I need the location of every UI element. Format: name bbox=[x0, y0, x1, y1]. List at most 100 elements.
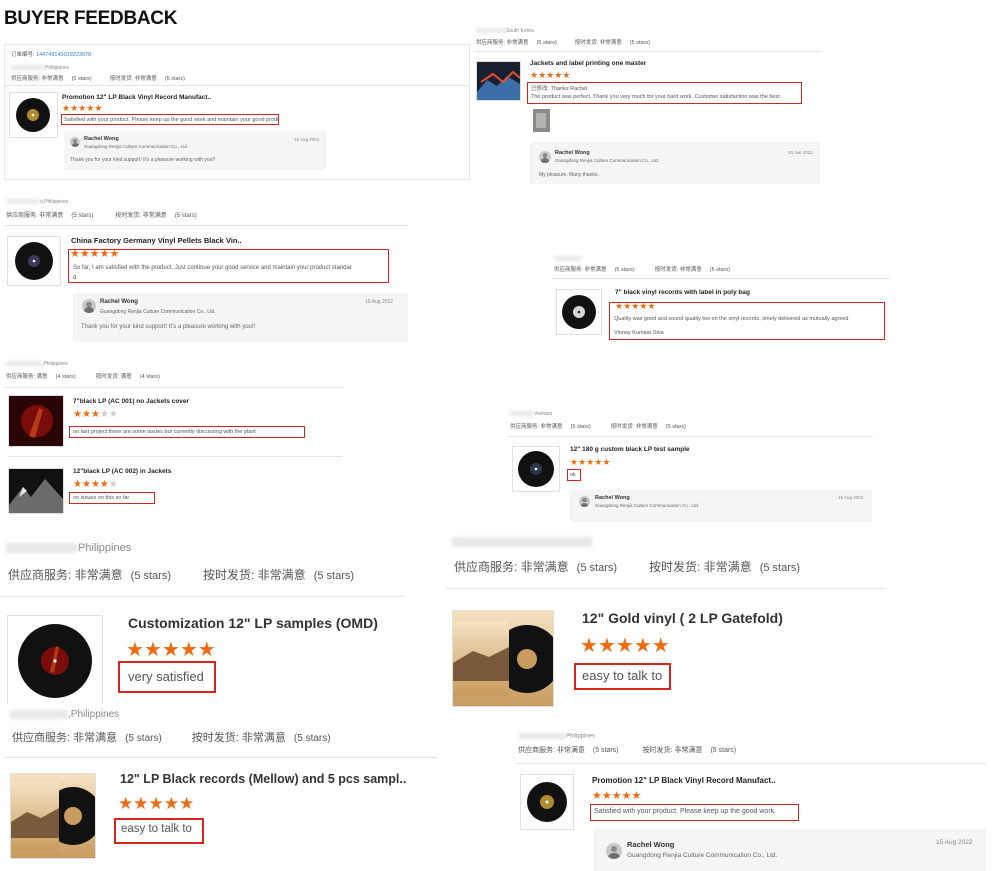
product-thumbnail[interactable] bbox=[10, 773, 96, 859]
star-icon: ★ bbox=[99, 479, 109, 490]
feedback-card-4: 供应商服务: 非常满意 (5 stars) 按时发货: 非常满意 (5 stars) … bbox=[552, 254, 890, 344]
product-title[interactable]: 12" Gold vinyl ( 2 LP Gatefold) bbox=[582, 610, 882, 626]
product-thumbnail[interactable] bbox=[476, 61, 521, 101]
star-icon: ★ bbox=[631, 790, 642, 802]
feedback-card-6: Vietnam 供应商服务: 非常满意 (5 stars) 按时发货: 非常满意 (5… bbox=[508, 408, 888, 522]
reply-company: Guangdong Renjia Culture Communication C… bbox=[100, 309, 216, 315]
star-icon: ★ bbox=[118, 794, 134, 813]
product-thumbnail[interactable] bbox=[520, 774, 574, 830]
product-thumbnail[interactable] bbox=[8, 468, 64, 514]
star-icon: ★ bbox=[580, 635, 598, 657]
star-icon: ★ bbox=[73, 409, 82, 420]
star-icon: ★ bbox=[99, 409, 109, 420]
product-thumbnail[interactable] bbox=[452, 610, 554, 707]
rating-summary: 供应商服务: 非常满意 (5 stars) 按时发货: 非常满意 (5 stars) bbox=[510, 424, 686, 430]
reply-company: Guangdong Renjia Culture Communication C… bbox=[84, 144, 189, 149]
star-icon: ★ bbox=[108, 409, 118, 420]
highlighted-comment: 已修改: Thanks Rachel. The product was perfe… bbox=[527, 82, 802, 104]
star-icon: ★ bbox=[179, 639, 198, 661]
product-thumbnail[interactable] bbox=[512, 446, 560, 492]
rating-summary: 供应商服务: 非常满意 (5 stars) 按时发货: 非常满意 (5 stars) bbox=[476, 40, 650, 46]
highlighted-comment: easy to talk to bbox=[574, 663, 671, 690]
rating-stars: ★★★★★ bbox=[530, 71, 570, 80]
star-icon: ★ bbox=[592, 790, 602, 802]
star-icon: ★ bbox=[615, 635, 634, 657]
feedback-card-10: Philippines 供应商服务: 非常满意 (5 stars) 按时发货: 非常… bbox=[516, 729, 988, 871]
product-title[interactable]: 12" LP Black records (Mellow) and 5 pcs … bbox=[120, 772, 420, 786]
product-title[interactable]: Customization 12" LP samples (OMD) bbox=[128, 615, 398, 631]
star-icon: ★ bbox=[530, 70, 539, 80]
comment-line: The product was perfect. Thank you very … bbox=[531, 94, 782, 100]
seller-reply: Rachel Wong Guangdong Renjia Culture Com… bbox=[530, 142, 820, 184]
rating-stars: ★★★★★ bbox=[73, 410, 118, 420]
star-icon: ★ bbox=[126, 639, 144, 661]
order-number-link[interactable]: 144749140019223678 bbox=[36, 52, 91, 58]
avatar-icon bbox=[70, 137, 80, 147]
product-title[interactable]: 12"black LP (AC 002) in Jackets bbox=[73, 468, 273, 475]
rating-stars: ★★★★★ bbox=[126, 640, 216, 660]
page-title: BUYER FEEDBACK bbox=[4, 8, 178, 29]
feedback-card-2: South Korea 供应商服务: 非常满意 (5 stars) 按时发货: 非常… bbox=[474, 25, 824, 190]
star-icon: ★ bbox=[538, 70, 547, 80]
reply-company: Guangdong Renjia Culture Communication C… bbox=[595, 503, 700, 508]
feedback-card-8: 供应商服务: 非常满意 (5 stars) 按时发货: 非常满意 (5 stars) … bbox=[446, 533, 886, 707]
product-title[interactable]: 7" black vinyl records with label in pol… bbox=[615, 289, 875, 296]
avatar-icon bbox=[579, 496, 590, 507]
star-icon: ★ bbox=[602, 457, 611, 467]
product-thumbnail[interactable] bbox=[7, 236, 61, 286]
rating-summary: 供应商服务: 非常满意 (5 stars) 按时发货: 非常满意 (5 stars) bbox=[454, 560, 801, 574]
reply-date: 15 Aug 2022 bbox=[936, 839, 973, 846]
product-title[interactable]: China Factory Germany Vinyl Pellets Blac… bbox=[71, 236, 251, 245]
product-title[interactable]: Promotion 12" LP Black Vinyl Record Manu… bbox=[62, 94, 222, 101]
buyer-country: ,Philippines bbox=[6, 361, 68, 367]
product-thumbnail[interactable] bbox=[9, 92, 58, 138]
rating-stars: ★★★★★ bbox=[592, 791, 641, 802]
star-icon: ★ bbox=[90, 479, 100, 490]
highlighted-comment: So far, I am satisfied with the product.… bbox=[68, 249, 389, 283]
star-icon: ★ bbox=[621, 790, 632, 802]
rating-stars: ★★★★★ bbox=[580, 636, 670, 656]
star-icon: ★ bbox=[570, 457, 579, 467]
comment-photo[interactable] bbox=[533, 109, 550, 132]
product-title[interactable]: 7"black LP (AC 001) no Jackets cover bbox=[73, 398, 273, 405]
reply-date: 20 Jan 2022 bbox=[788, 150, 813, 155]
order-number: 订单编号: 144749140019223678 bbox=[11, 52, 92, 58]
buyer-country: Philippines bbox=[11, 65, 69, 71]
feedback-card-3: o,Philippines 供应商服务: 非常满意 (5 stars) 按时发货: … bbox=[4, 196, 408, 348]
rating-summary: 供应商服务: 非常满意 (5 stars) 按时发货: 非常满意 (5 stars) bbox=[11, 76, 185, 82]
star-icon: ★ bbox=[73, 479, 82, 490]
star-icon: ★ bbox=[148, 794, 164, 813]
highlighted-comment: Satisfied with your product. Please keep… bbox=[590, 804, 799, 821]
product-title[interactable]: 12" 180 g custom black LP test sample bbox=[570, 446, 770, 453]
reply-date: 15 Aug 2022 bbox=[838, 495, 864, 500]
product-title[interactable]: Promotion 12" LP Black Vinyl Record Manu… bbox=[592, 776, 792, 785]
star-icon: ★ bbox=[562, 70, 571, 80]
star-icon: ★ bbox=[62, 103, 71, 113]
buyer-country: o,Philippines bbox=[6, 199, 68, 205]
seller-reply: Rachel Wong Guangdong Renjia Culture Com… bbox=[570, 490, 872, 522]
highlighted-comment: no issues on this so far bbox=[69, 492, 155, 504]
reply-name: Rachel Wong bbox=[84, 136, 119, 142]
buyer-country: ,Philippines bbox=[10, 709, 119, 720]
reply-date: 15 Aug 2022 bbox=[294, 137, 320, 142]
feedback-card-9: ,Philippines 供应商服务: 非常满意 (5 stars) 按时发货: 非… bbox=[4, 704, 440, 864]
product-thumbnail[interactable] bbox=[8, 395, 64, 447]
star-icon: ★ bbox=[163, 794, 179, 813]
star-icon: ★ bbox=[578, 457, 587, 467]
star-icon: ★ bbox=[161, 639, 180, 661]
highlighted-comment: Satisfied with your product. Please keep… bbox=[61, 114, 279, 125]
seller-reply: Rachel Wong Guangdong Renjia Culture Com… bbox=[64, 131, 326, 170]
highlighted-comment: on last project there are some issues bu… bbox=[69, 426, 305, 438]
star-icon: ★ bbox=[611, 790, 622, 802]
comment-line: 已修改: Thanks Rachel. bbox=[531, 86, 589, 92]
feedback-card-1: 订单编号: 144749140019223678 Philippines 供应商… bbox=[4, 44, 470, 180]
star-icon: ★ bbox=[81, 479, 91, 490]
reply-name: Rachel Wong bbox=[100, 299, 138, 305]
product-thumbnail[interactable] bbox=[7, 615, 103, 707]
buyer-country: Vietnam bbox=[510, 411, 552, 417]
product-title[interactable]: Jackets and label printing one master bbox=[530, 60, 770, 67]
buyer-country: South Korea bbox=[476, 28, 534, 34]
rating-stars: ★★★★★ bbox=[73, 480, 118, 490]
product-thumbnail[interactable] bbox=[556, 289, 602, 335]
reply-text: Thank you for your kind support! It's a … bbox=[70, 157, 216, 163]
